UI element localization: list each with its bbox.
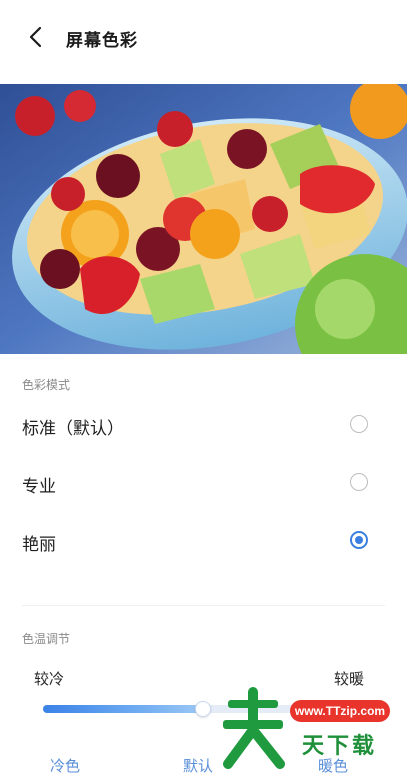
- cooler-label: 较冷: [34, 670, 65, 688]
- page-title: 屏幕色彩: [66, 31, 138, 51]
- color-mode-option-standard[interactable]: 标准（默认）: [0, 400, 407, 450]
- preset-cool-button[interactable]: 冷色: [50, 755, 80, 776]
- fruit-bowl-illustration: [0, 84, 407, 354]
- radio-selected-icon[interactable]: [350, 531, 368, 549]
- watermark-sky-glyph-icon: [223, 687, 285, 769]
- radio-unselected-icon[interactable]: [350, 473, 368, 491]
- section-divider: [22, 605, 385, 606]
- top-bar: 屏幕色彩: [0, 0, 407, 78]
- watermark-logo: www.TTzip.com 天下载: [218, 682, 407, 779]
- option-label: 艳丽: [22, 535, 56, 555]
- color-mode-section-label: 色彩模式: [22, 378, 71, 392]
- option-label: 专业: [22, 477, 56, 497]
- slider-fill: [43, 705, 203, 713]
- watermark-brand: 天下载: [302, 734, 378, 759]
- color-mode-option-professional[interactable]: 专业: [0, 458, 407, 508]
- back-button[interactable]: [20, 22, 50, 52]
- chevron-left-icon: [29, 26, 42, 48]
- option-label: 标准（默认）: [22, 419, 124, 439]
- watermark-url: www.TTzip.com: [290, 700, 390, 722]
- radio-unselected-icon[interactable]: [350, 415, 368, 433]
- color-temp-section-label: 色温调节: [22, 632, 71, 646]
- slider-handle[interactable]: [196, 702, 210, 716]
- preset-default-button[interactable]: 默认: [183, 755, 213, 776]
- color-mode-option-vivid[interactable]: 艳丽: [0, 516, 407, 566]
- color-preview-image: [0, 84, 407, 354]
